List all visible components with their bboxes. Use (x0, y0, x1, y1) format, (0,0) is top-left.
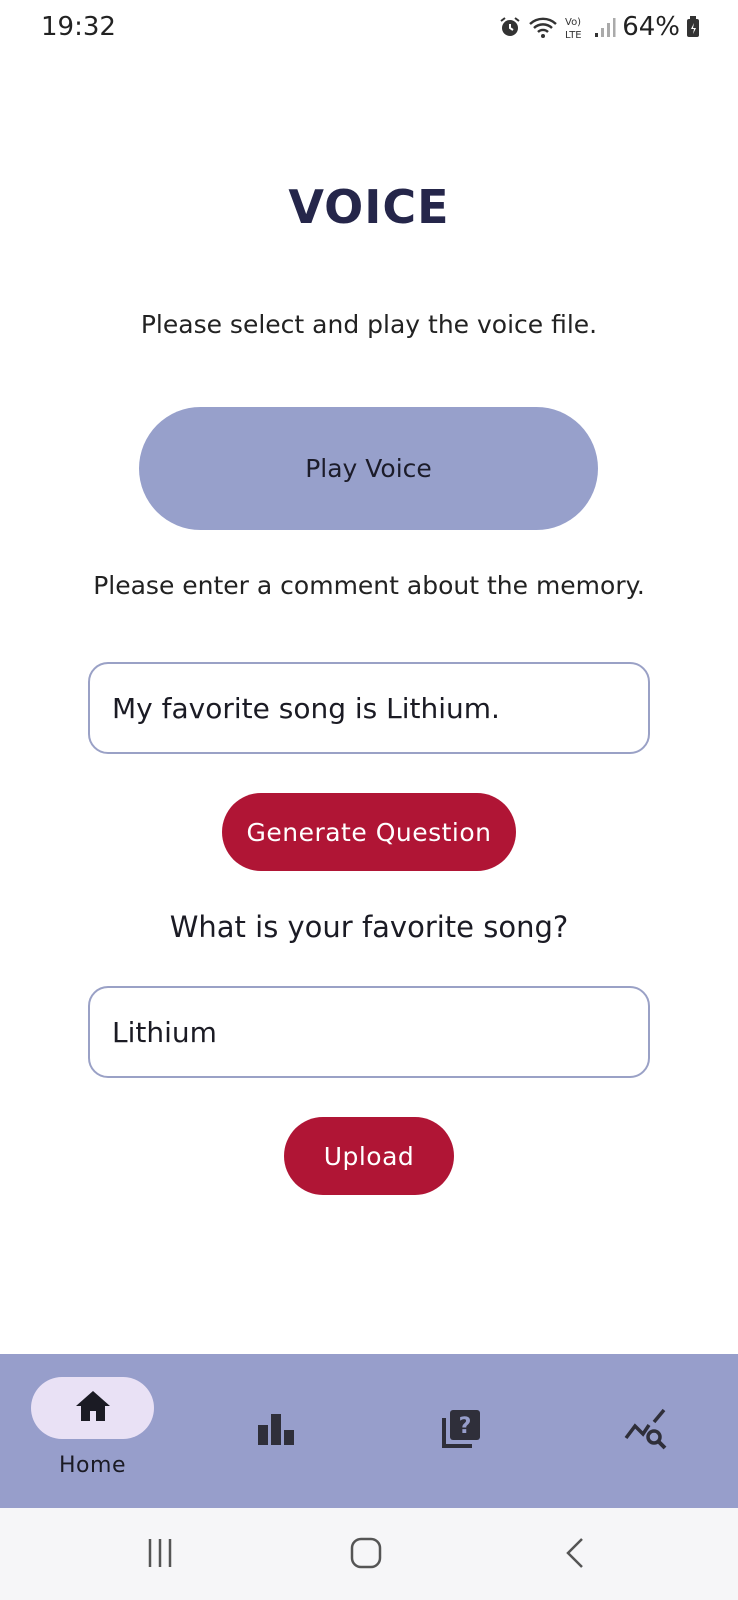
nav-item-analysis[interactable] (621, 1406, 671, 1456)
answer-input[interactable] (88, 986, 650, 1078)
generated-question: What is your favorite song? (169, 910, 569, 944)
svg-text:Vo): Vo) (565, 17, 581, 28)
status-icons: Vo) LTE 64% (498, 12, 700, 42)
battery-icon (686, 15, 700, 39)
system-navigation-bar (0, 1508, 738, 1600)
svg-text:LTE: LTE (565, 30, 582, 40)
home-icon (74, 1389, 112, 1427)
comment-input[interactable] (88, 662, 650, 754)
bar-chart-icon (256, 1411, 296, 1451)
back-button[interactable] (550, 1530, 600, 1580)
alarm-icon (498, 15, 522, 39)
lte-icon: Vo) LTE (564, 14, 588, 40)
bottom-navigation: Home ? (0, 1354, 738, 1508)
select-voice-instruction: Please select and play the voice file. (140, 310, 598, 339)
wifi-icon (528, 15, 558, 39)
signal-icon (594, 15, 616, 39)
query-stats-icon (624, 1408, 668, 1454)
quiz-icon: ? (440, 1408, 482, 1454)
system-home-button[interactable] (341, 1530, 391, 1580)
home-button-icon (349, 1536, 383, 1574)
nav-item-quiz[interactable]: ? (436, 1406, 486, 1456)
battery-percent: 64% (622, 12, 680, 42)
back-icon (562, 1536, 588, 1574)
upload-button[interactable]: Upload (284, 1117, 454, 1195)
nav-item-statistics[interactable] (251, 1406, 301, 1456)
play-voice-button[interactable]: Play Voice (139, 407, 598, 530)
status-bar: 19:32 Vo) LTE 64% (0, 0, 738, 58)
svg-text:?: ? (459, 1414, 472, 1439)
recent-apps-icon (143, 1537, 177, 1573)
nav-label-home: Home (59, 1453, 126, 1478)
nav-item-home[interactable]: Home (31, 1354, 154, 1508)
generate-question-button[interactable]: Generate Question (222, 793, 516, 871)
page-title: VOICE (288, 180, 450, 234)
active-indicator (31, 1377, 154, 1439)
comment-instruction: Please enter a comment about the memory. (93, 571, 645, 600)
status-time: 19:32 (41, 12, 116, 42)
recent-apps-button[interactable] (135, 1530, 185, 1580)
